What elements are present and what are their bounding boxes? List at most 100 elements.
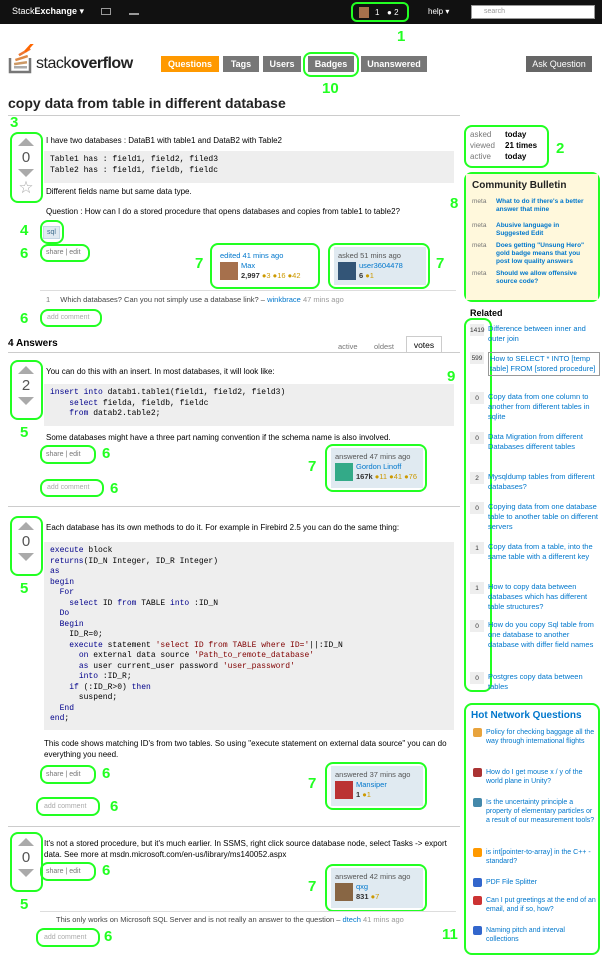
edit-link[interactable]: edit: [69, 868, 80, 875]
vote-down-icon[interactable]: [18, 869, 34, 877]
related-link[interactable]: Copy data from one column to another fro…: [488, 392, 600, 422]
related-link[interactable]: Mysqldump tables from different database…: [488, 472, 600, 492]
user-link[interactable]: Gordon Linoff: [356, 462, 401, 471]
hnq-link[interactable]: How do I get mouse x / y of the world pl…: [486, 769, 583, 785]
add-comment-link[interactable]: add comment: [44, 934, 86, 941]
tab-active[interactable]: active: [338, 342, 358, 351]
vote-down-icon[interactable]: [18, 397, 34, 405]
edited-time[interactable]: edited 41 mins ago: [220, 251, 283, 260]
bulletin-link[interactable]: Does getting "Unsung Hero" gold badge me…: [496, 242, 592, 266]
add-comment-link[interactable]: add comment: [47, 314, 89, 321]
edit-link[interactable]: edit: [69, 451, 80, 458]
hnq-link[interactable]: Naming pitch and interval collections: [486, 927, 565, 943]
nav-unanswered[interactable]: Unanswered: [361, 56, 427, 72]
tag-sql[interactable]: sql: [43, 226, 60, 239]
related-link[interactable]: How do you copy Sql table from one datab…: [488, 620, 600, 650]
comment-user[interactable]: winkbrace: [267, 295, 301, 304]
share-link[interactable]: share: [46, 451, 64, 458]
nav-users[interactable]: Users: [263, 56, 301, 72]
nav-questions[interactable]: Questions: [161, 56, 219, 72]
hnq-item[interactable]: PDF File Splitter: [473, 878, 596, 887]
hnq-item[interactable]: is int[pointer-to-array] in the C++ - st…: [473, 848, 596, 866]
hnq-item[interactable]: Policy for checking baggage all the way …: [473, 728, 596, 746]
answered-time: answered 42 mins ago: [335, 872, 411, 881]
meta-label: meta: [472, 198, 487, 205]
badges: ●3 ●16 ●42: [261, 271, 301, 280]
user-card[interactable]: 1 ● 2: [351, 2, 409, 22]
brand-a: Stack: [12, 6, 35, 16]
marker: 3: [10, 114, 19, 131]
hnq-title[interactable]: Hot Network Questions: [471, 710, 582, 721]
hnq-link[interactable]: Can I put greetings at the end of an ema…: [486, 897, 596, 913]
share-link[interactable]: share: [46, 868, 64, 875]
site-icon: [473, 798, 482, 807]
logo-text-b: overflow: [70, 55, 133, 72]
add-comment-link[interactable]: add comment: [44, 803, 86, 810]
related-link[interactable]: Copy data from a table, into the same ta…: [488, 542, 600, 562]
related-link[interactable]: Copying data from one database table to …: [488, 502, 600, 532]
site-logo[interactable]: stackoverflow: [8, 34, 158, 78]
tab-oldest[interactable]: oldest: [374, 342, 394, 351]
comment-score: 1: [46, 295, 51, 304]
site-icon: [473, 768, 482, 777]
hnq-link[interactable]: Policy for checking baggage all the way …: [486, 729, 594, 745]
user-link[interactable]: user3604478: [359, 261, 403, 270]
vote-up-icon[interactable]: [18, 522, 34, 530]
related-link[interactable]: Difference between inner and outer join: [488, 324, 600, 344]
question-text: I have two databases : DataB1 with table…: [46, 136, 283, 145]
highlight-box: [303, 52, 359, 77]
vote-up-icon[interactable]: [18, 366, 34, 374]
post-menu: share | edit: [46, 771, 81, 778]
user-link[interactable]: qxg: [356, 882, 368, 891]
user-link[interactable]: Max: [241, 261, 255, 270]
hnq-item[interactable]: Can I put greetings at the end of an ema…: [473, 896, 596, 914]
edit-link[interactable]: edit: [69, 771, 80, 778]
avatar[interactable]: [335, 781, 353, 799]
tab-votes[interactable]: votes: [406, 336, 442, 353]
bulletin-link[interactable]: What to do if there's a better answer th…: [496, 198, 592, 214]
avatar[interactable]: [338, 262, 356, 280]
vote-down-icon[interactable]: [18, 553, 34, 561]
share-link[interactable]: share: [46, 249, 64, 256]
favorite-star-icon[interactable]: ☆: [13, 178, 39, 198]
help-menu[interactable]: help ▾: [428, 7, 449, 16]
ask-question-button[interactable]: Ask Question: [526, 56, 592, 72]
vote-up-icon[interactable]: [18, 838, 34, 846]
hnq-item[interactable]: How do I get mouse x / y of the world pl…: [473, 768, 596, 786]
related-link[interactable]: Data Migration from different Databases …: [488, 432, 600, 452]
related-link[interactable]: Postgres copy data between tables: [488, 672, 600, 692]
answered-time: answered 37 mins ago: [335, 770, 411, 779]
vote-down-icon[interactable]: [18, 169, 34, 177]
logo-text-a: stack: [36, 55, 71, 72]
marker: 2: [556, 140, 565, 157]
bulletin-link[interactable]: Abusive language in Suggested Edit: [496, 222, 592, 238]
vote-up-icon[interactable]: [18, 138, 34, 146]
hnq-item[interactable]: Is the uncertainty principle a property …: [473, 798, 596, 825]
vote-count: 1419: [470, 324, 484, 336]
share-link[interactable]: share: [46, 771, 64, 778]
add-comment-link[interactable]: add comment: [47, 484, 89, 491]
hnq-link[interactable]: PDF File Splitter: [486, 879, 537, 886]
inbox-icon[interactable]: [101, 8, 111, 15]
related-link[interactable]: How to SELECT * INTO [temp table] FROM […: [488, 352, 600, 376]
hnq-link[interactable]: is int[pointer-to-array] in the C++ - st…: [486, 849, 591, 865]
nav-tags[interactable]: Tags: [223, 56, 259, 72]
hnq-link[interactable]: Is the uncertainty principle a property …: [486, 799, 594, 824]
question-code: Table1 has : field1, field2, filed3 Tabl…: [44, 151, 454, 183]
avatar[interactable]: [220, 262, 238, 280]
edit-link[interactable]: edit: [69, 249, 80, 256]
stat-value[interactable]: today: [505, 152, 537, 163]
stats-labels: asked viewed active: [470, 130, 495, 163]
bulletin-link[interactable]: Should we allow offensive source code?: [496, 270, 592, 286]
search-input[interactable]: search: [471, 5, 595, 19]
rep-value: 831: [356, 892, 369, 901]
hnq-item[interactable]: Naming pitch and interval collections: [473, 926, 596, 944]
related-link[interactable]: How to copy data between databases which…: [488, 582, 600, 612]
avatar[interactable]: [335, 463, 353, 481]
achievements-icon[interactable]: [129, 8, 139, 15]
comment-user[interactable]: dtech: [343, 915, 361, 924]
site-icon: [473, 878, 482, 887]
user-link[interactable]: Mansiper: [356, 780, 387, 789]
stackexchange-menu[interactable]: StackExchange ▾: [12, 6, 84, 17]
avatar[interactable]: [335, 883, 353, 901]
